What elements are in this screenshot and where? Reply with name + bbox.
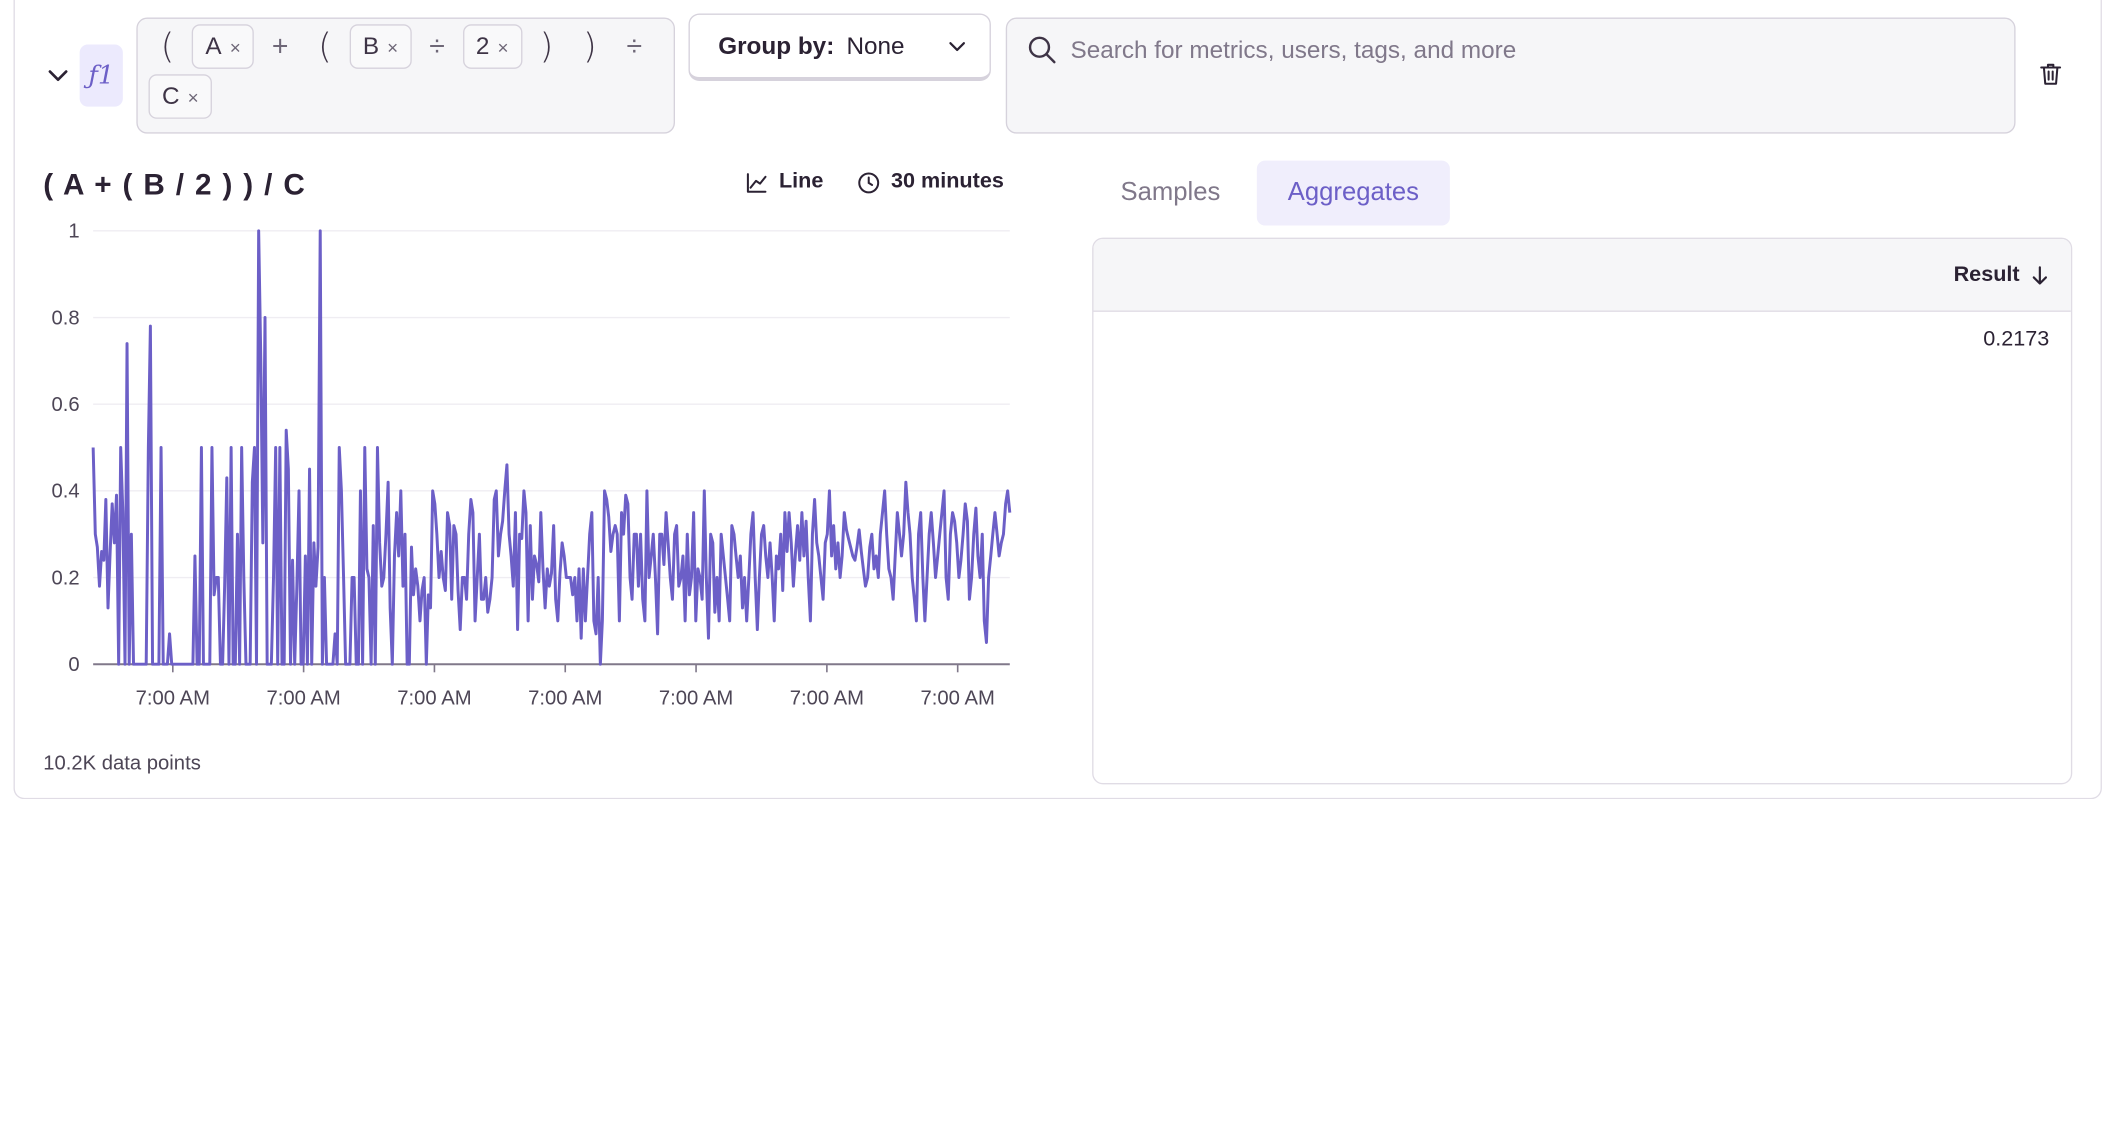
x-tick-label: 7:00 AM	[528, 688, 602, 710]
search-placeholder: Search for metrics, users, tags, and mor…	[1070, 36, 1517, 64]
formula-parenthesis: (	[318, 26, 332, 67]
y-tick-label: 0.6	[51, 394, 79, 416]
series-line	[91, 229, 1012, 666]
tab-aggregates[interactable]: Aggregates	[1256, 160, 1450, 226]
arrow-down-icon	[2032, 265, 2048, 284]
x-tick-label: 7:00 AM	[397, 688, 471, 710]
remove-token-icon[interactable]: ×	[387, 36, 398, 58]
display-type-label: Line	[778, 170, 824, 194]
group-by-dropdown[interactable]: Group by: None	[688, 13, 991, 81]
interval-label: 30 minutes	[891, 170, 1004, 194]
group-by-label: Group by:	[718, 31, 835, 59]
line-chart: 0 0.2 0.4 0.6 0.8 1 7:00 AM 7:00 AM 7:00 AM 7:00 …	[51, 221, 1012, 710]
formula-parenthesis: (	[160, 26, 175, 67]
display-type-button[interactable]: Line	[745, 170, 823, 194]
remove-token-icon[interactable]: ×	[498, 36, 509, 58]
trash-icon[interactable]	[2037, 61, 2064, 88]
formula-token-b[interactable]: B ×	[349, 24, 412, 69]
group-by-value: None	[846, 31, 905, 59]
formula-token-2[interactable]: 2 ×	[462, 24, 523, 69]
aggregates-table: Result 0.2173	[1092, 237, 2073, 785]
search-icon	[1028, 36, 1056, 64]
formula-parenthesis: )	[583, 26, 597, 67]
result-column-label: Result	[1953, 262, 2020, 286]
formula-token-label: B	[362, 32, 380, 60]
chevron-down-icon	[949, 42, 965, 52]
clock-icon	[858, 171, 880, 193]
x-tick-label: 7:00 AM	[790, 688, 864, 710]
x-tick-label: 7:00 AM	[136, 688, 210, 710]
remove-token-icon[interactable]: ×	[188, 86, 199, 108]
formula-label: ƒ1	[79, 44, 123, 107]
table-row: 0.2173	[1983, 328, 2050, 351]
line-chart-icon	[746, 172, 767, 193]
chevron-down-icon[interactable]	[45, 62, 72, 89]
result-column-header[interactable]: Result	[1093, 238, 2071, 312]
formula-token-c[interactable]: C ×	[148, 74, 213, 119]
formula-input[interactable]: (A × +(B × ÷ 2 ×)) ÷ C ×	[136, 17, 676, 134]
formula-operator: ÷	[626, 30, 643, 62]
search-input[interactable]: Search for metrics, users, tags, and mor…	[1005, 17, 2016, 134]
formula-operator: ÷	[429, 30, 445, 62]
y-tick-label: 0.4	[51, 481, 79, 503]
x-tick-label: 7:00 AM	[921, 688, 995, 710]
formula-operator: +	[271, 30, 289, 62]
data-points-count: 10.2K data points	[43, 751, 201, 775]
formula-token-label: 2	[475, 32, 490, 60]
x-tick-label: 7:00 AM	[659, 688, 733, 710]
formula-token-a[interactable]: A ×	[191, 24, 255, 69]
y-tick-label: 0.8	[51, 307, 79, 329]
widget-title: ( A + ( B / 2 ) ) / C	[43, 167, 307, 202]
remove-token-icon[interactable]: ×	[230, 36, 241, 58]
interval-button[interactable]: 30 minutes	[857, 170, 1004, 194]
x-tick-label: 7:00 AM	[266, 688, 340, 710]
tab-samples[interactable]: Samples	[1095, 161, 1246, 226]
formula-token-label: A	[205, 32, 222, 60]
y-tick-label: 0.2	[51, 567, 79, 589]
formula-token-label: C	[162, 82, 180, 110]
y-tick-label: 0	[68, 654, 79, 676]
formula-parenthesis: )	[539, 26, 554, 67]
y-tick-label: 1	[68, 221, 79, 243]
